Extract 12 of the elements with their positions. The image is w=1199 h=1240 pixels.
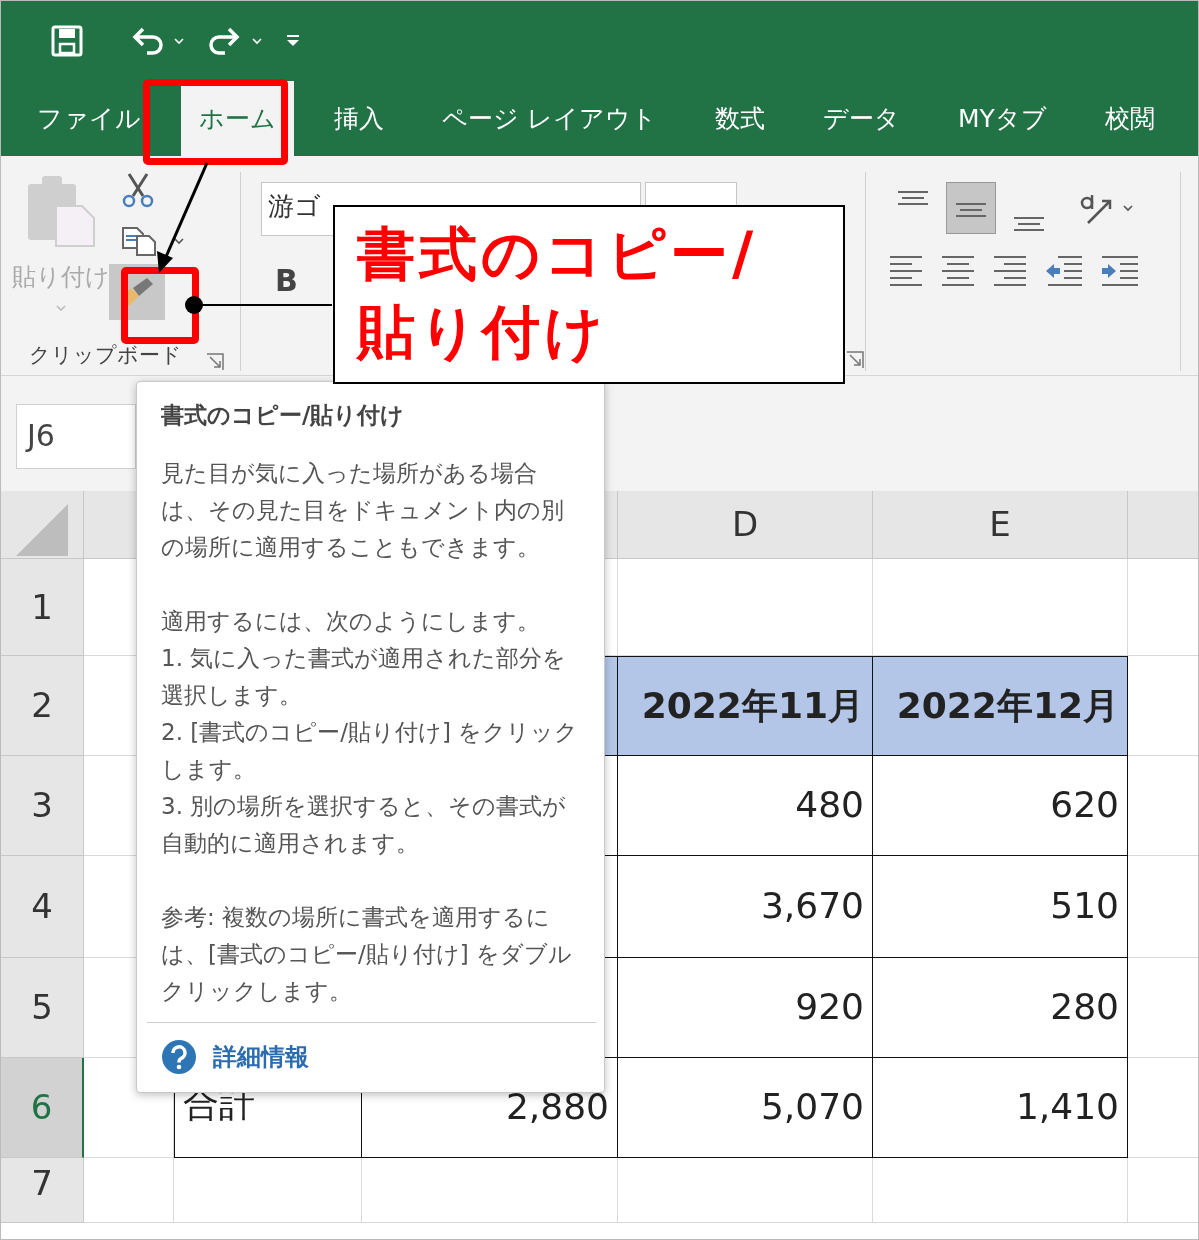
group-label: クリップボード [29,341,182,369]
tooltip-text: 3. 別の場所を選択すると、その書式が自動的に適用されます。 [161,791,568,858]
tooltip-title: 書式のコピー/貼り付け [161,401,406,430]
table-cell: 2022年12月 [871,656,1128,756]
table-cell: 2022年11月 [616,656,873,756]
tooltip-text: 見た目が気に入った場所がある場合は、その見た目をドキュメント内の別の場所に適用することもできます。 [161,458,565,562]
callout-text: 貼り付け [357,297,608,368]
tooltip-text: 参考: 複数の場所に書式を適用するには、[書式のコピー/貼り付け] をダブルクリックします。 [161,902,573,1006]
tooltip-text: 1. 気に入った書式が適用された部分を選択します。 [161,643,568,710]
tooltip-text: 適用するには、次のようにします。 [161,606,541,636]
table-cell: 1,410 [871,1056,1128,1158]
tooltip-text: 2. [書式のコピー/貼り付け] をクリックします。 [161,717,580,784]
